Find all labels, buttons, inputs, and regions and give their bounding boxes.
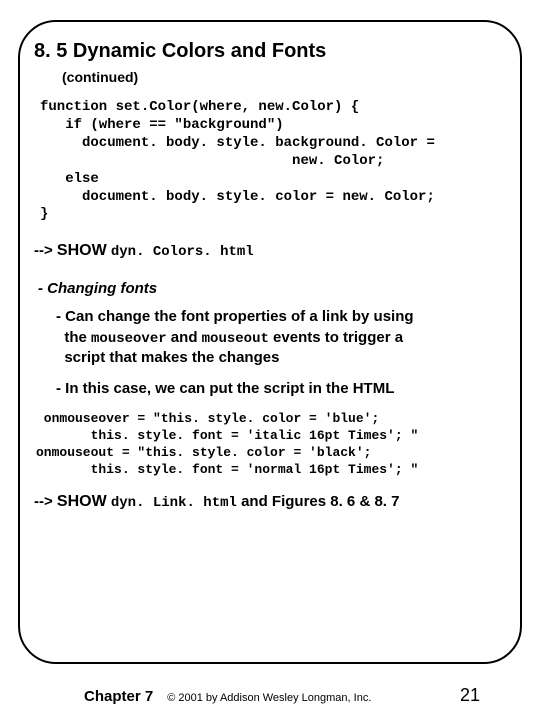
slide-title: 8. 5 Dynamic Colors and Fonts xyxy=(34,40,506,63)
bullet-1-line1: - Can change the font properties of a li… xyxy=(56,308,414,325)
show-rest: and Figures 8. 6 & 8. 7 xyxy=(237,493,400,510)
code-block-1: function set.Color(where, new.Color) { i… xyxy=(40,99,506,224)
code-block-2: onmouseover = "this. style. color = 'blu… xyxy=(36,411,506,479)
arrow-icon: --> xyxy=(34,493,53,510)
slide-frame: 8. 5 Dynamic Colors and Fonts (continued… xyxy=(18,20,522,664)
bullet-1: - Can change the font properties of a li… xyxy=(56,307,506,368)
bullet-2: - In this case, we can put the script in… xyxy=(56,379,506,399)
footer-page-number: 21 xyxy=(460,685,480,706)
bullet-1-part-c: and xyxy=(167,329,202,346)
bullet-1-part-d: events to trigger a xyxy=(269,329,403,346)
slide-footer: Chapter 7 © 2001 by Addison Wesley Longm… xyxy=(0,685,540,706)
show-file-1: dyn. Colors. html xyxy=(111,244,254,260)
show-line-2: --> SHOW dyn. Link. html and Figures 8. … xyxy=(34,493,506,511)
bullet-1-line3: script that makes the changes xyxy=(64,349,279,366)
code-inline-mouseout: mouseout xyxy=(202,331,269,347)
footer-copyright: © 2001 by Addison Wesley Longman, Inc. xyxy=(167,692,371,704)
footer-chapter: Chapter 7 xyxy=(84,688,153,705)
show-line-1: --> SHOW dyn. Colors. html xyxy=(34,242,506,260)
code-inline-mouseover: mouseover xyxy=(91,331,167,347)
show-label: SHOW xyxy=(57,242,107,259)
show-file-2: dyn. Link. html xyxy=(111,495,237,511)
slide-subtitle: (continued) xyxy=(62,69,506,85)
show-label: SHOW xyxy=(57,493,107,510)
section-heading: - Changing fonts xyxy=(38,280,506,297)
bullet-1-part-b: the xyxy=(64,329,91,346)
arrow-icon: --> xyxy=(34,242,53,259)
